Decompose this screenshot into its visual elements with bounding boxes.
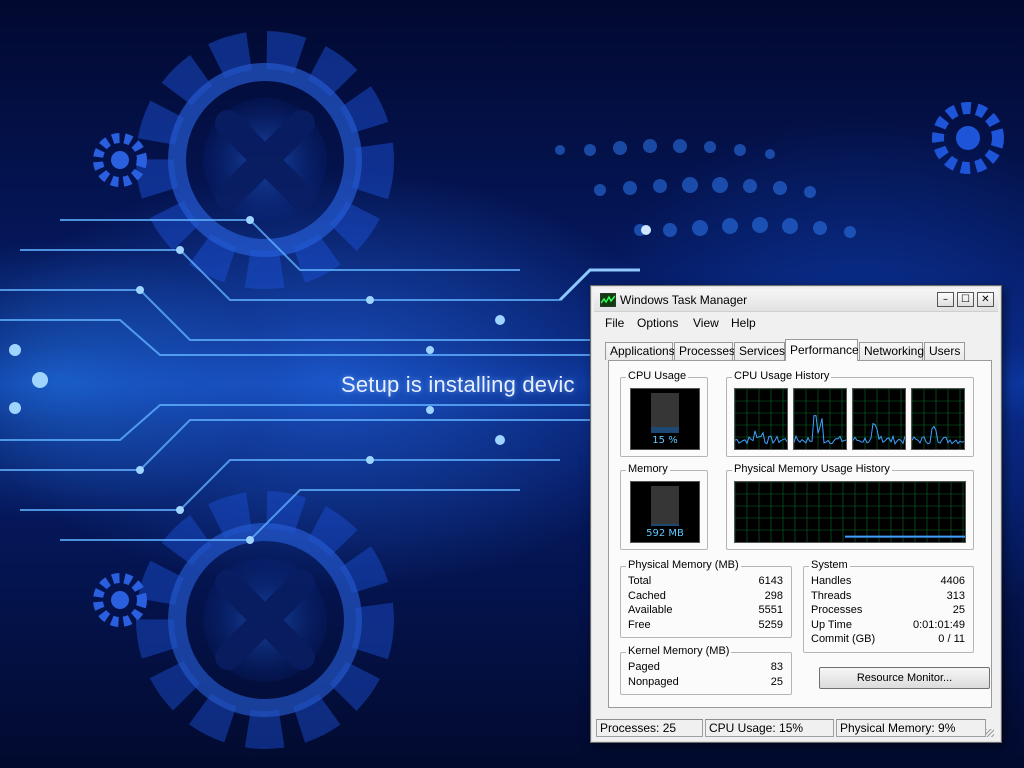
tab-services[interactable]: Services (734, 342, 785, 360)
tab-applications[interactable]: Applications (605, 342, 675, 360)
cpu-history-graph-core-4 (911, 388, 965, 450)
maximize-button[interactable]: ☐ (957, 292, 974, 307)
memory-label: Memory (626, 463, 670, 475)
system-label: System (809, 559, 850, 571)
physical-memory-value: 5259 (758, 619, 783, 631)
physical-memory-value: 5551 (758, 604, 783, 616)
menu-file[interactable]: File (605, 316, 624, 330)
status-physical-memory: Physical Memory: 9% (836, 719, 986, 737)
cpu-history-group: CPU Usage History (726, 370, 974, 457)
menu-view[interactable]: View (693, 316, 719, 330)
system-value: 25 (952, 604, 965, 616)
physical-memory-group: Physical Memory (MB) Total 6143 Cached 2… (620, 559, 792, 638)
cpu-history-graph-core-1 (734, 388, 788, 450)
memory-group: Memory 592 MB (620, 463, 708, 550)
setup-status-text: Setup is installing devic (341, 372, 575, 397)
minimize-button[interactable]: – (937, 292, 954, 307)
status-cpu-usage: CPU Usage: 15% (705, 719, 834, 737)
memory-history-group: Physical Memory Usage History (726, 463, 974, 550)
physical-memory-key: Total (628, 575, 652, 587)
resource-monitor-button[interactable]: Resource Monitor... (819, 667, 990, 689)
close-button[interactable]: ✕ (977, 292, 994, 307)
memory-history-label: Physical Memory Usage History (732, 463, 892, 475)
system-key: Commit (GB) (811, 633, 876, 645)
kernel-memory-key: Nonpaged (628, 676, 679, 688)
system-value: 313 (946, 590, 965, 602)
cpu-history-label: CPU Usage History (732, 370, 832, 382)
task-manager-window[interactable]: Windows Task Manager – ☐ ✕ File Options … (590, 285, 1002, 743)
gear-icon (136, 491, 394, 749)
system-key: Threads (811, 590, 852, 602)
kernel-memory-label: Kernel Memory (MB) (626, 645, 732, 657)
memory-history-graph (734, 481, 966, 543)
resize-grip[interactable] (986, 729, 994, 737)
task-manager-icon (600, 293, 616, 307)
performance-panel: CPU Usage 15 % CPU Usage History Memory … (608, 360, 992, 708)
kernel-memory-group: Kernel Memory (MB) Paged 83 Nonpaged 25 (620, 645, 792, 695)
tab-users[interactable]: Users (924, 342, 965, 360)
system-key: Handles (811, 575, 852, 587)
physical-memory-value: 298 (764, 590, 783, 602)
memory-value: 592 MB (646, 528, 684, 539)
kernel-memory-value: 83 (770, 661, 783, 673)
system-value: 0:01:01:49 (913, 619, 965, 631)
cpu-usage-label: CPU Usage (626, 370, 689, 382)
cpu-usage-meter: 15 % (630, 388, 700, 450)
system-value: 4406 (940, 575, 965, 587)
status-processes: Processes: 25 (596, 719, 703, 737)
status-bar: Processes: 25 CPU Usage: 15% Physical Me… (596, 719, 994, 737)
system-key: Processes (811, 604, 863, 616)
menu-bar: File Options View Help (594, 313, 998, 333)
cpu-history-graph-core-2 (793, 388, 847, 450)
tab-performance[interactable]: Performance (785, 339, 859, 361)
kernel-memory-key: Paged (628, 661, 660, 673)
system-value: 0 / 11 (938, 633, 965, 645)
system-group: System Handles 4406 Threads 313 Processe… (803, 559, 974, 653)
title-bar[interactable]: Windows Task Manager – ☐ ✕ (594, 289, 998, 312)
physical-memory-label: Physical Memory (MB) (626, 559, 741, 571)
physical-memory-value: 6143 (758, 575, 783, 587)
window-title: Windows Task Manager (620, 293, 748, 307)
physical-memory-key: Free (628, 619, 651, 631)
cpu-usage-group: CPU Usage 15 % (620, 370, 708, 457)
kernel-memory-value: 25 (770, 676, 783, 688)
menu-help[interactable]: Help (731, 316, 756, 330)
tab-processes[interactable]: Processes (674, 342, 735, 360)
cpu-history-graph-core-3 (852, 388, 906, 450)
gear-icon (136, 31, 394, 289)
tab-networking[interactable]: Networking (859, 342, 924, 360)
cpu-usage-value: 15 % (652, 435, 678, 446)
menu-options[interactable]: Options (637, 316, 678, 330)
memory-meter: 592 MB (630, 481, 700, 543)
system-key: Up Time (811, 619, 852, 631)
physical-memory-key: Available (628, 604, 673, 616)
physical-memory-key: Cached (628, 590, 666, 602)
